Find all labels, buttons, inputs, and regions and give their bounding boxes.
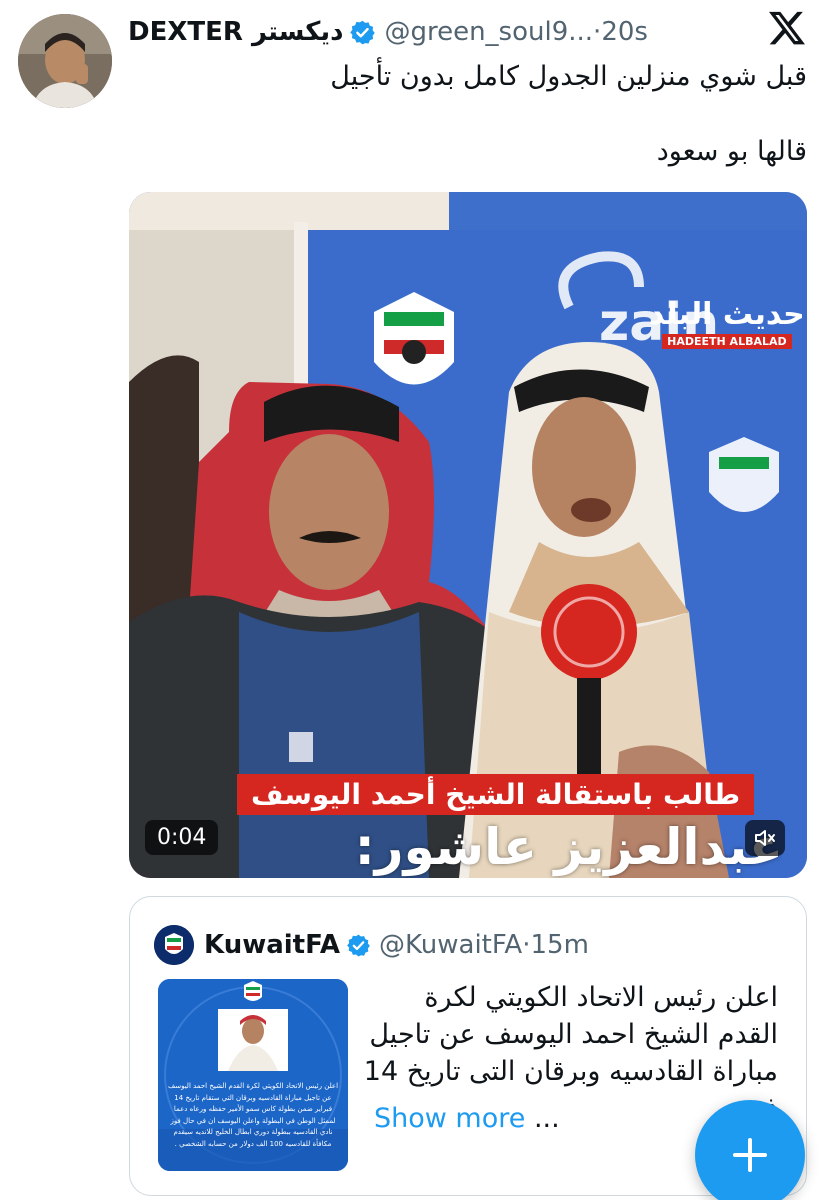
quoted-image[interactable]: اعلن رئيس الاتحاد الكويتي لكرة القدم الش… (158, 979, 348, 1171)
tweet-time[interactable]: 20s (601, 17, 648, 47)
show-more-link[interactable]: Show more (374, 1103, 525, 1134)
tweet-text: قبل شوي منزلين الجدول كامل بدون تأجيل قا… (147, 58, 807, 208)
verified-badge-icon (350, 20, 376, 44)
tweet-text-line-2: قالها بو سعود (656, 136, 807, 167)
author-name[interactable]: DEXTER ديكستر (128, 17, 343, 47)
tweet-text-line-1: قبل شوي منزلين الجدول كامل بدون تأجيل (330, 61, 807, 92)
author-handle[interactable]: @green_soul9... (384, 17, 593, 47)
verified-badge-icon (347, 934, 370, 956)
quoted-author-name[interactable]: KuwaitFA (204, 930, 340, 960)
header-separator: · (593, 17, 602, 47)
plus-icon (733, 1138, 767, 1172)
quoted-separator: · (522, 930, 531, 960)
quoted-image-text: اعلن رئيس الاتحاد الكويتي لكرة القدم الش… (167, 1082, 339, 1148)
show-more-row: Show more ... (370, 1100, 564, 1137)
quoted-author-avatar[interactable] (154, 925, 194, 965)
video-caption-red: طالب باستقالة الشيخ أحمد اليوسف (237, 774, 755, 815)
truncation-ellipsis: ... (533, 1103, 560, 1134)
video-caption-big: عبدالعزيز عاشور: (354, 818, 784, 876)
mute-icon[interactable] (745, 820, 785, 856)
quoted-tweet-header: KuwaitFA @KuwaitFA · 15m (154, 925, 589, 965)
quoted-author-handle[interactable]: @KuwaitFA (379, 930, 522, 960)
tweet-video[interactable]: zain حديث البلد HADEETH ALBALAD طالب باس… (129, 192, 807, 878)
channel-watermark: حديث البلد HADEETH ALBALAD (649, 300, 805, 349)
author-avatar[interactable] (18, 14, 112, 108)
quoted-time[interactable]: 15m (530, 930, 588, 960)
compose-button[interactable] (695, 1100, 805, 1200)
watermark-arabic: حديث البلد (649, 297, 805, 332)
watermark-english: HADEETH ALBALAD (662, 334, 792, 349)
video-duration: 0:04 (145, 820, 219, 855)
x-logo-icon[interactable] (767, 8, 807, 48)
tweet-header: DEXTER ديكستر @green_soul9... · 20s (128, 12, 648, 52)
